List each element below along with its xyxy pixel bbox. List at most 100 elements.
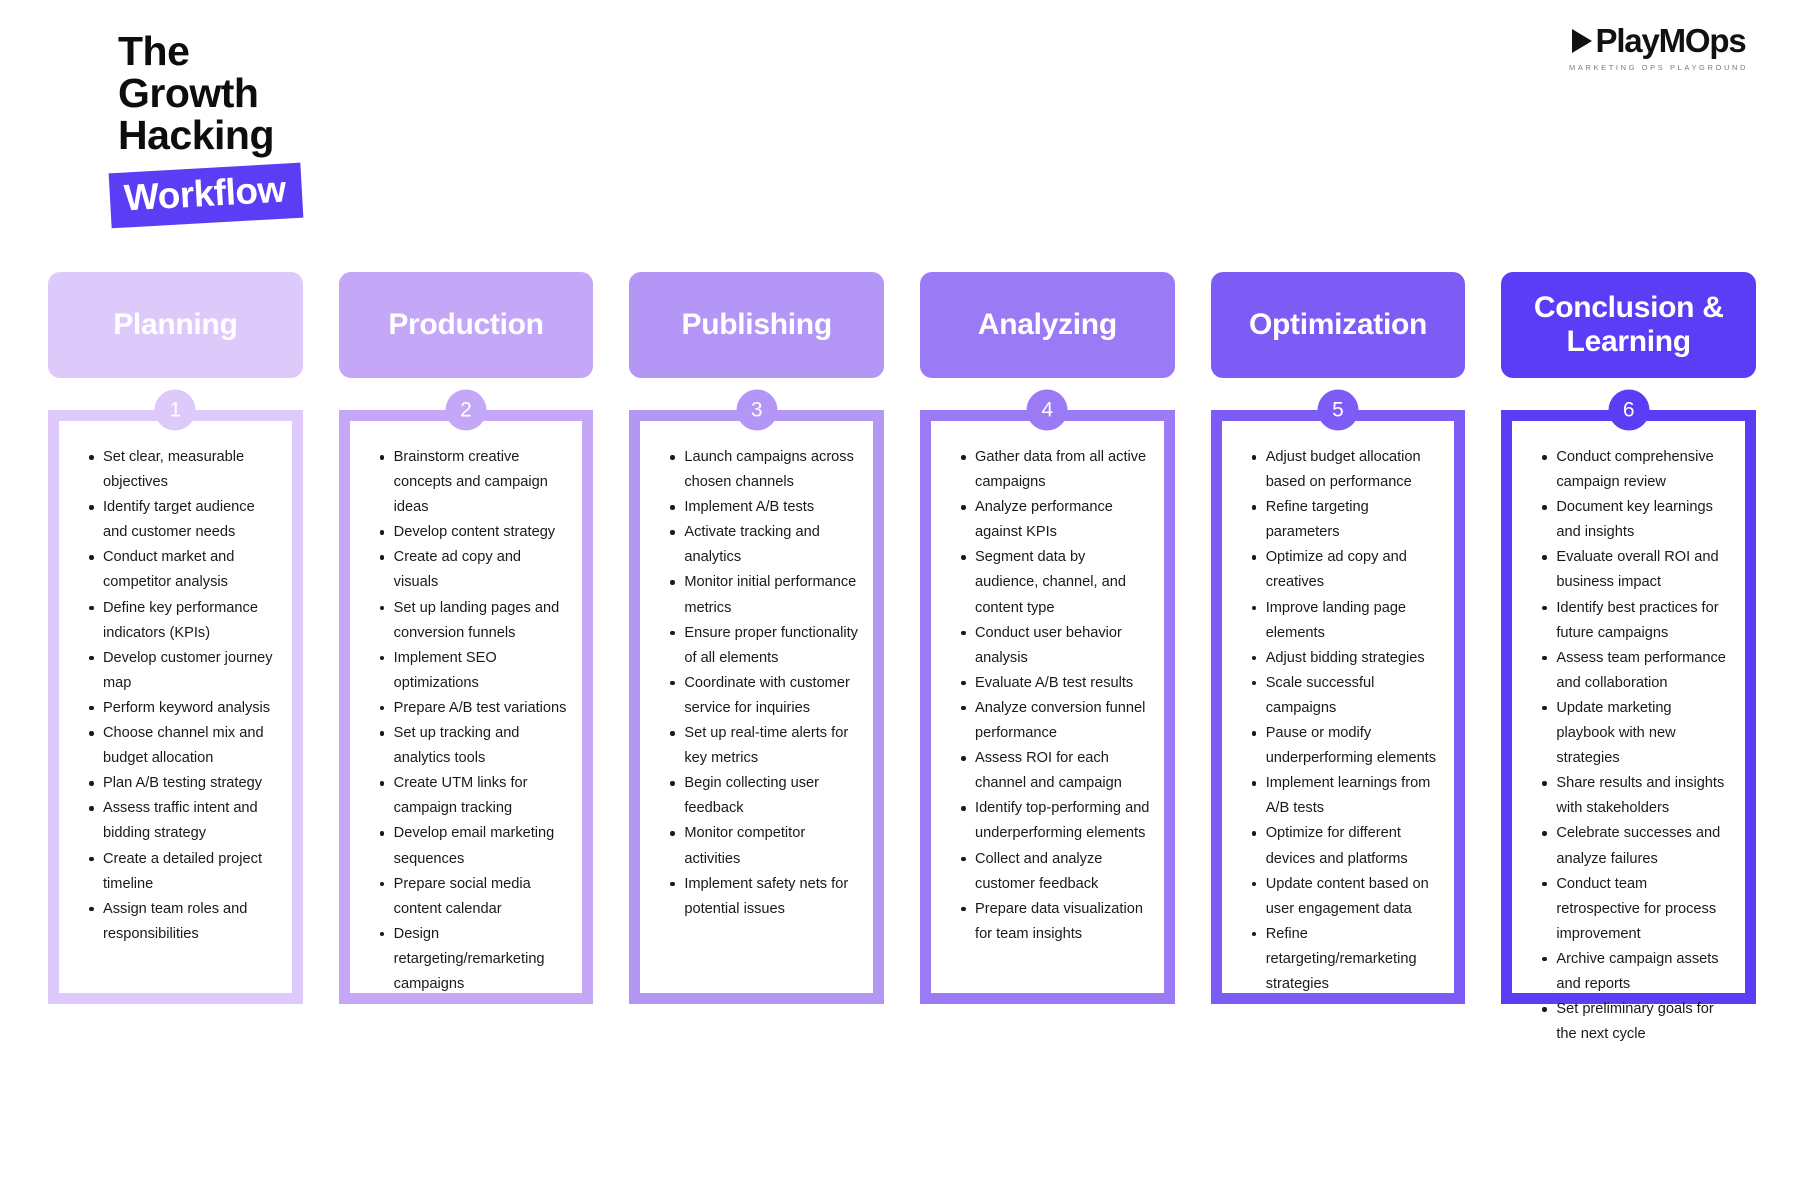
list-item: Adjust bidding strategies bbox=[1251, 646, 1441, 671]
list-item: Implement learnings from A/B tests bbox=[1251, 771, 1441, 821]
stage-card-publishing: Launch campaigns across chosen channels I… bbox=[629, 410, 885, 1004]
list-item: Identify best practices for future campa… bbox=[1542, 596, 1731, 646]
workflow-infographic: The Growth Hacking Workflow PlayMOps MAR… bbox=[0, 0, 1800, 1200]
list-item: Prepare data visualization for team insi… bbox=[961, 897, 1150, 947]
list-item: Set up tracking and analytics tools bbox=[379, 721, 569, 771]
stage-header-label: Production bbox=[388, 308, 544, 342]
stage-task-list: Brainstorm creative concepts and campaig… bbox=[354, 445, 573, 997]
stage-card-conclusion-learning: Conduct comprehensive campaign review Doc… bbox=[1501, 410, 1757, 1042]
list-item: Document key learnings and insights bbox=[1542, 495, 1731, 545]
list-item: Refine retargeting/remarketing strategie… bbox=[1251, 922, 1441, 997]
stage-number-badge-3: 3 bbox=[736, 389, 778, 431]
page-title: The Growth Hacking Workflow bbox=[108, 30, 438, 228]
list-item: Develop customer journey map bbox=[89, 646, 278, 696]
stage-card-analyzing: Gather data from all active campaigns Ana… bbox=[920, 410, 1175, 1004]
stage-number-badge-2: 2 bbox=[445, 389, 487, 431]
list-item: Archive campaign assets and reports bbox=[1542, 947, 1731, 997]
list-item: Update content based on user engagement … bbox=[1251, 872, 1441, 922]
list-item: Optimize ad copy and creatives bbox=[1251, 545, 1441, 595]
list-item: Develop content strategy bbox=[379, 520, 569, 545]
stage-header-conclusion-learning[interactable]: Conclusion & Learning bbox=[1501, 272, 1757, 378]
stage-task-list: Launch campaigns across chosen channels I… bbox=[644, 445, 863, 922]
list-item: Launch campaigns across chosen channels bbox=[670, 445, 859, 495]
list-item: Optimize for different devices and platf… bbox=[1251, 821, 1441, 871]
list-item: Update marketing playbook with new strat… bbox=[1542, 696, 1731, 771]
list-item: Design retargeting/remarketing campaigns bbox=[379, 922, 569, 997]
list-item: Activate tracking and analytics bbox=[670, 520, 859, 570]
list-item: Assess ROI for each channel and campaign bbox=[961, 746, 1150, 796]
list-item: Monitor initial performance metrics bbox=[670, 570, 859, 620]
list-item: Implement A/B tests bbox=[670, 495, 859, 520]
list-item: Set up real-time alerts for key metrics bbox=[670, 721, 859, 771]
list-item: Conduct user behavior analysis bbox=[961, 621, 1150, 671]
list-item: Implement SEO optimizations bbox=[379, 646, 569, 696]
list-item: Prepare A/B test variations bbox=[379, 696, 569, 721]
list-item: Create UTM links for campaign tracking bbox=[379, 771, 569, 821]
list-item: Begin collecting user feedback bbox=[670, 771, 859, 821]
logo-main: PlayMOps bbox=[1569, 22, 1748, 60]
list-item: Gather data from all active campaigns bbox=[961, 445, 1150, 495]
list-item: Create a detailed project timeline bbox=[89, 847, 278, 897]
list-item: Identify top-performing and underperform… bbox=[961, 796, 1150, 846]
workflow-board: Planning Production Publishing Analyzing Opt… bbox=[48, 272, 1757, 1042]
stage-number-badge-4: 4 bbox=[1026, 389, 1068, 431]
list-item: Set preliminary goals for the next cycle bbox=[1542, 997, 1731, 1047]
list-item: Scale successful campaigns bbox=[1251, 671, 1441, 721]
stage-cards-row: Set clear, measurable objectives Identify… bbox=[48, 410, 1757, 1042]
stage-task-list: Adjust budget allocation based on perfor… bbox=[1226, 445, 1445, 997]
play-triangle-icon bbox=[1571, 29, 1592, 53]
list-item: Monitor competitor activities bbox=[670, 821, 859, 871]
list-item: Analyze conversion funnel performance bbox=[961, 696, 1150, 746]
list-item: Conduct comprehensive campaign review bbox=[1542, 445, 1731, 495]
list-item: Adjust budget allocation based on perfor… bbox=[1251, 445, 1441, 495]
stage-number-badge-6: 6 bbox=[1608, 389, 1650, 431]
stage-header-planning[interactable]: Planning bbox=[48, 272, 303, 378]
brand-logo: PlayMOps MARKETING OPS PLAYGROUND bbox=[1569, 22, 1748, 72]
logo-tagline: MARKETING OPS PLAYGROUND bbox=[1569, 63, 1748, 72]
stage-task-list: Conduct comprehensive campaign review Doc… bbox=[1516, 445, 1735, 1047]
list-item: Identify target audience and customer ne… bbox=[89, 495, 278, 545]
list-item: Celebrate successes and analyze failures bbox=[1542, 821, 1731, 871]
list-item: Choose channel mix and budget allocation bbox=[89, 721, 278, 771]
list-item: Perform keyword analysis bbox=[89, 696, 278, 721]
stage-header-production[interactable]: Production bbox=[338, 272, 594, 378]
list-item: Segment data by audience, channel, and c… bbox=[961, 545, 1150, 620]
stage-header-label: Publishing bbox=[681, 308, 833, 342]
stage-card-production: Brainstorm creative concepts and campaig… bbox=[338, 410, 594, 1004]
stage-card-optimization: Adjust budget allocation based on perfor… bbox=[1210, 410, 1466, 1004]
list-item: Analyze performance against KPIs bbox=[961, 495, 1150, 545]
list-item: Create ad copy and visuals bbox=[379, 545, 569, 595]
stage-card-planning: Set clear, measurable objectives Identify… bbox=[48, 410, 303, 1004]
stage-header-publishing[interactable]: Publishing bbox=[629, 272, 885, 378]
list-item: Implement safety nets for potential issu… bbox=[670, 872, 859, 922]
list-item: Plan A/B testing strategy bbox=[89, 771, 278, 796]
list-item: Evaluate overall ROI and business impact bbox=[1542, 545, 1731, 595]
list-item: Share results and insights with stakehol… bbox=[1542, 771, 1731, 821]
list-item: Refine targeting parameters bbox=[1251, 495, 1441, 545]
stage-number-badge-1: 1 bbox=[154, 389, 196, 431]
stage-task-list: Gather data from all active campaigns Ana… bbox=[935, 445, 1154, 947]
stage-header-label: Optimization bbox=[1248, 308, 1428, 342]
stage-header-label: Analyzing bbox=[977, 308, 1117, 342]
stage-header-row: Planning Production Publishing Analyzing Opt… bbox=[48, 272, 1757, 378]
list-item: Pause or modify underperforming elements bbox=[1251, 721, 1441, 771]
logo-wordmark: PlayMOps bbox=[1595, 22, 1747, 59]
stage-header-analyzing[interactable]: Analyzing bbox=[920, 272, 1175, 378]
list-item: Conduct team retrospective for process i… bbox=[1542, 872, 1731, 947]
stage-header-optimization[interactable]: Optimization bbox=[1210, 272, 1466, 378]
stage-task-list: Set clear, measurable objectives Identify… bbox=[63, 445, 282, 947]
stage-header-label: Planning bbox=[113, 308, 238, 342]
list-item: Assess team performance and collaboratio… bbox=[1542, 646, 1731, 696]
masthead: The Growth Hacking Workflow PlayMOps MAR… bbox=[0, 0, 1800, 230]
list-item: Ensure proper functionality of all eleme… bbox=[670, 621, 859, 671]
workflow-badge: Workflow bbox=[108, 162, 304, 228]
list-item: Define key performance indicators (KPIs) bbox=[89, 596, 278, 646]
list-item: Assign team roles and responsibilities bbox=[89, 897, 278, 947]
list-item: Assess traffic intent and bidding strate… bbox=[89, 796, 278, 846]
list-item: Improve landing page elements bbox=[1251, 596, 1441, 646]
list-item: Set up landing pages and conversion funn… bbox=[379, 596, 569, 646]
list-item: Brainstorm creative concepts and campaig… bbox=[379, 445, 569, 520]
list-item: Evaluate A/B test results bbox=[961, 671, 1150, 696]
list-item: Develop email marketing sequences bbox=[379, 821, 569, 871]
list-item: Prepare social media content calendar bbox=[379, 872, 569, 922]
